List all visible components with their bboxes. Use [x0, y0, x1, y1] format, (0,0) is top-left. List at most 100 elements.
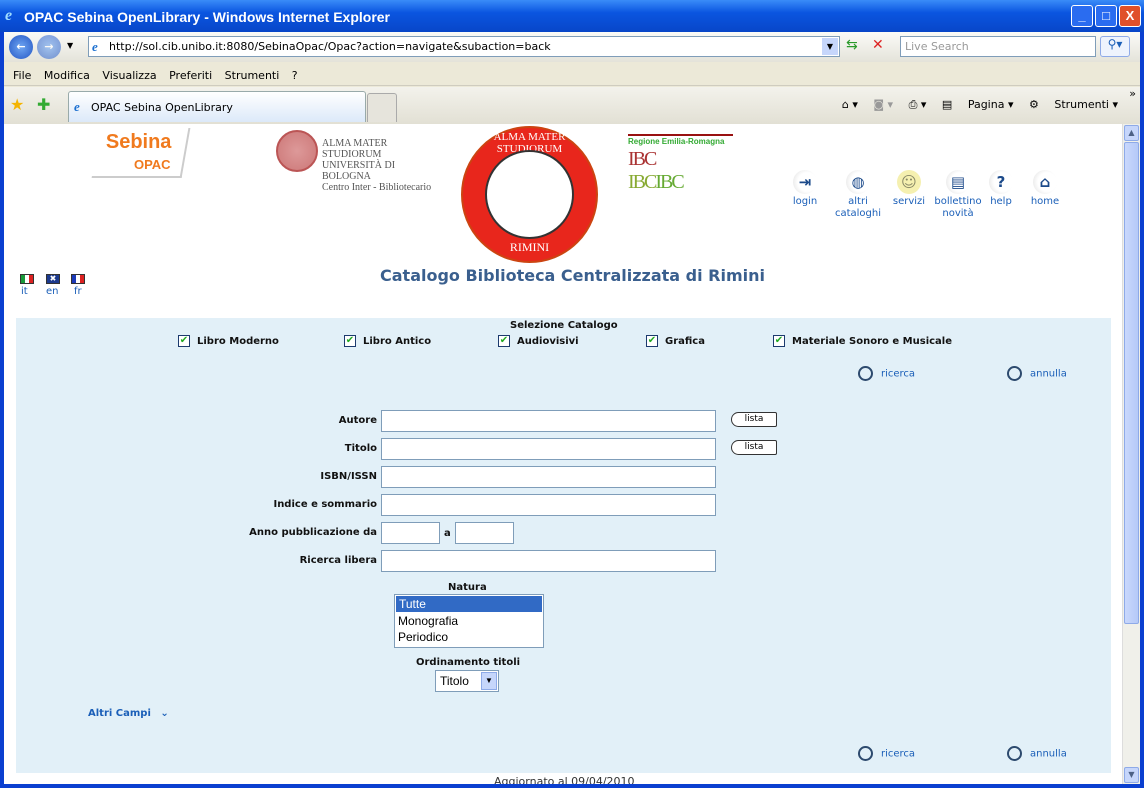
tools-menu[interactable]: ⚙ Strumenti ▾: [1029, 98, 1118, 111]
autore-lista-button[interactable]: lista: [731, 412, 777, 427]
scroll-down-arrow[interactable]: ▼: [1124, 767, 1139, 783]
autore-input[interactable]: [381, 410, 716, 432]
home-icon[interactable]: ⌂ ▾: [842, 98, 858, 111]
checkbox-materiale-sonoro[interactable]: ✔: [773, 335, 785, 347]
nav-login[interactable]: ⇥ login: [784, 170, 826, 208]
flag-en-icon[interactable]: ✖: [46, 274, 60, 284]
flag-it-icon[interactable]: [20, 274, 34, 284]
back-button[interactable]: ←: [9, 35, 33, 59]
nav-servizi[interactable]: ☺ servizi: [888, 170, 930, 208]
anno-a-input[interactable]: [455, 522, 514, 544]
add-favorite-icon[interactable]: ✚: [37, 95, 50, 114]
cancel-label: annulla: [1030, 368, 1067, 380]
nav-label: altri cataloghi: [834, 196, 882, 219]
natura-option[interactable]: Periodico: [395, 629, 543, 645]
url-input[interactable]: e http://sol.cib.unibo.it:8080/SebinaOpa…: [88, 36, 840, 57]
checkbox-libro-antico[interactable]: ✔: [344, 335, 356, 347]
menu-bar: File Modifica Visualizza Preferiti Strum…: [4, 66, 1140, 86]
cancel-button-bottom[interactable]: annulla: [1007, 746, 1067, 761]
tools-menu-label: Strumenti: [1054, 98, 1109, 111]
question-icon: ?: [989, 170, 1013, 194]
lang-en[interactable]: en: [46, 286, 59, 297]
checkbox-label: Libro Moderno: [197, 336, 279, 347]
url-dropdown-icon[interactable]: ▼: [822, 38, 838, 55]
nav-home[interactable]: ⌂ home: [1026, 170, 1064, 208]
globe-icon: ◍: [846, 170, 870, 194]
alma-line: ALMA MATER STUDIORUM: [322, 138, 388, 160]
checkbox-libro-moderno[interactable]: ✔: [178, 335, 190, 347]
catalog-heading: Selezione Catalogo: [510, 320, 618, 331]
command-bar: ⌂ ▾ ◙ ▾ ⎙ ▾ ▤ Pagina ▾ ⚙ Strumenti ▾: [830, 98, 1118, 112]
vertical-scrollbar[interactable]: ▲ ▼: [1122, 124, 1140, 784]
anno-da-input[interactable]: [381, 522, 440, 544]
checkbox-label: Audiovisivi: [517, 336, 579, 347]
checkbox-grafica[interactable]: ✔: [646, 335, 658, 347]
lang-fr[interactable]: fr: [74, 286, 82, 297]
search-form: Selezione Catalogo ✔ Libro Moderno ✔ Lib…: [16, 318, 1111, 773]
isbn-input[interactable]: [381, 466, 716, 488]
search-icon[interactable]: ⚲▾: [1100, 36, 1130, 57]
lang-it[interactable]: it: [21, 286, 28, 297]
newspaper-icon: ▤: [946, 170, 970, 194]
menu-strumenti[interactable]: Strumenti: [225, 66, 280, 82]
menu-visualizza[interactable]: Visualizza: [102, 66, 156, 82]
anno-a-label: a: [444, 528, 451, 539]
minimize-button[interactable]: _: [1071, 5, 1093, 27]
maximize-button[interactable]: □: [1095, 5, 1117, 27]
login-door-icon: ⇥: [793, 170, 817, 194]
scroll-up-arrow[interactable]: ▲: [1124, 125, 1139, 141]
flag-fr-icon[interactable]: [71, 274, 85, 284]
anno-da-label: Anno pubblicazione da: [249, 527, 377, 538]
natura-option[interactable]: Monografia: [395, 613, 543, 629]
ordinamento-select[interactable]: Titolo ▼: [435, 670, 499, 692]
feeds-icon[interactable]: ◙ ▾: [873, 98, 893, 111]
print-icon[interactable]: ⎙ ▾: [909, 98, 927, 111]
page-icon: e: [92, 39, 98, 54]
expand-chevron-icon: ⌄: [160, 708, 169, 719]
nav-altri-cataloghi[interactable]: ◍ altri cataloghi: [828, 170, 888, 220]
scroll-thumb[interactable]: [1124, 142, 1139, 624]
browser-chrome: ← → ▼ e http://sol.cib.unibo.it:8080/Seb…: [4, 32, 1140, 124]
checkbox-audiovisivi[interactable]: ✔: [498, 335, 510, 347]
refresh-icon[interactable]: ⇆: [846, 37, 858, 53]
tab-title: OPAC Sebina OpenLibrary: [91, 101, 233, 114]
stop-icon[interactable]: ✕: [872, 37, 884, 53]
favorites-star-icon[interactable]: ★: [10, 95, 24, 114]
titolo-input[interactable]: [381, 438, 716, 460]
natura-option[interactable]: Tutte: [396, 596, 542, 612]
natura-listbox[interactable]: Tutte Monografia Periodico: [394, 594, 544, 648]
ricerca-libera-input[interactable]: [381, 550, 716, 572]
nav-help[interactable]: ? help: [984, 170, 1018, 208]
cancel-button-top[interactable]: annulla: [1007, 366, 1067, 381]
cancel-radio-icon: [1007, 366, 1022, 381]
rimini-seal-logo: ALMA MATER STUDIORUM RIMINI: [461, 126, 598, 263]
menu-file[interactable]: File: [13, 66, 31, 82]
chevron-more-icon[interactable]: »: [1129, 87, 1136, 100]
history-dropdown-icon[interactable]: ▼: [67, 41, 73, 50]
altri-campi-link[interactable]: Altri Campi ⌄: [88, 708, 169, 719]
checkbox-label: Libro Antico: [363, 336, 432, 347]
ie-icon: e: [5, 7, 13, 24]
page-menu[interactable]: ▤ Pagina ▾: [942, 98, 1014, 111]
ordinamento-value: Titolo: [440, 674, 469, 688]
tab-ie-icon: e: [74, 99, 80, 114]
forward-button[interactable]: →: [37, 35, 61, 59]
alma-line: UNIVERSITÀ DI BOLOGNA: [322, 160, 396, 182]
menu-help[interactable]: ?: [292, 66, 298, 82]
menu-preferiti[interactable]: Preferiti: [169, 66, 212, 82]
live-search-input[interactable]: Live Search: [900, 36, 1096, 57]
tab-opac[interactable]: e OPAC Sebina OpenLibrary: [68, 91, 366, 122]
menu-modifica[interactable]: Modifica: [44, 66, 90, 82]
titolo-lista-button[interactable]: lista: [731, 440, 777, 455]
ibc-logo: Regione Emilia-Romagna IBC IBCIBC: [628, 134, 733, 193]
address-bar-row: ← → ▼ e http://sol.cib.unibo.it:8080/Seb…: [4, 32, 1140, 62]
indice-input[interactable]: [381, 494, 716, 516]
close-button[interactable]: X: [1119, 5, 1141, 27]
nav-bollettino[interactable]: ▤ bollettino novità: [932, 170, 984, 220]
search-button-bottom[interactable]: ricerca: [858, 746, 915, 761]
new-tab-button[interactable]: [367, 93, 397, 122]
chevron-down-icon: ▼: [481, 672, 497, 690]
smiley-icon: ☺: [897, 170, 921, 194]
search-button-top[interactable]: ricerca: [858, 366, 915, 381]
window-title: OPAC Sebina OpenLibrary - Windows Intern…: [24, 9, 391, 25]
